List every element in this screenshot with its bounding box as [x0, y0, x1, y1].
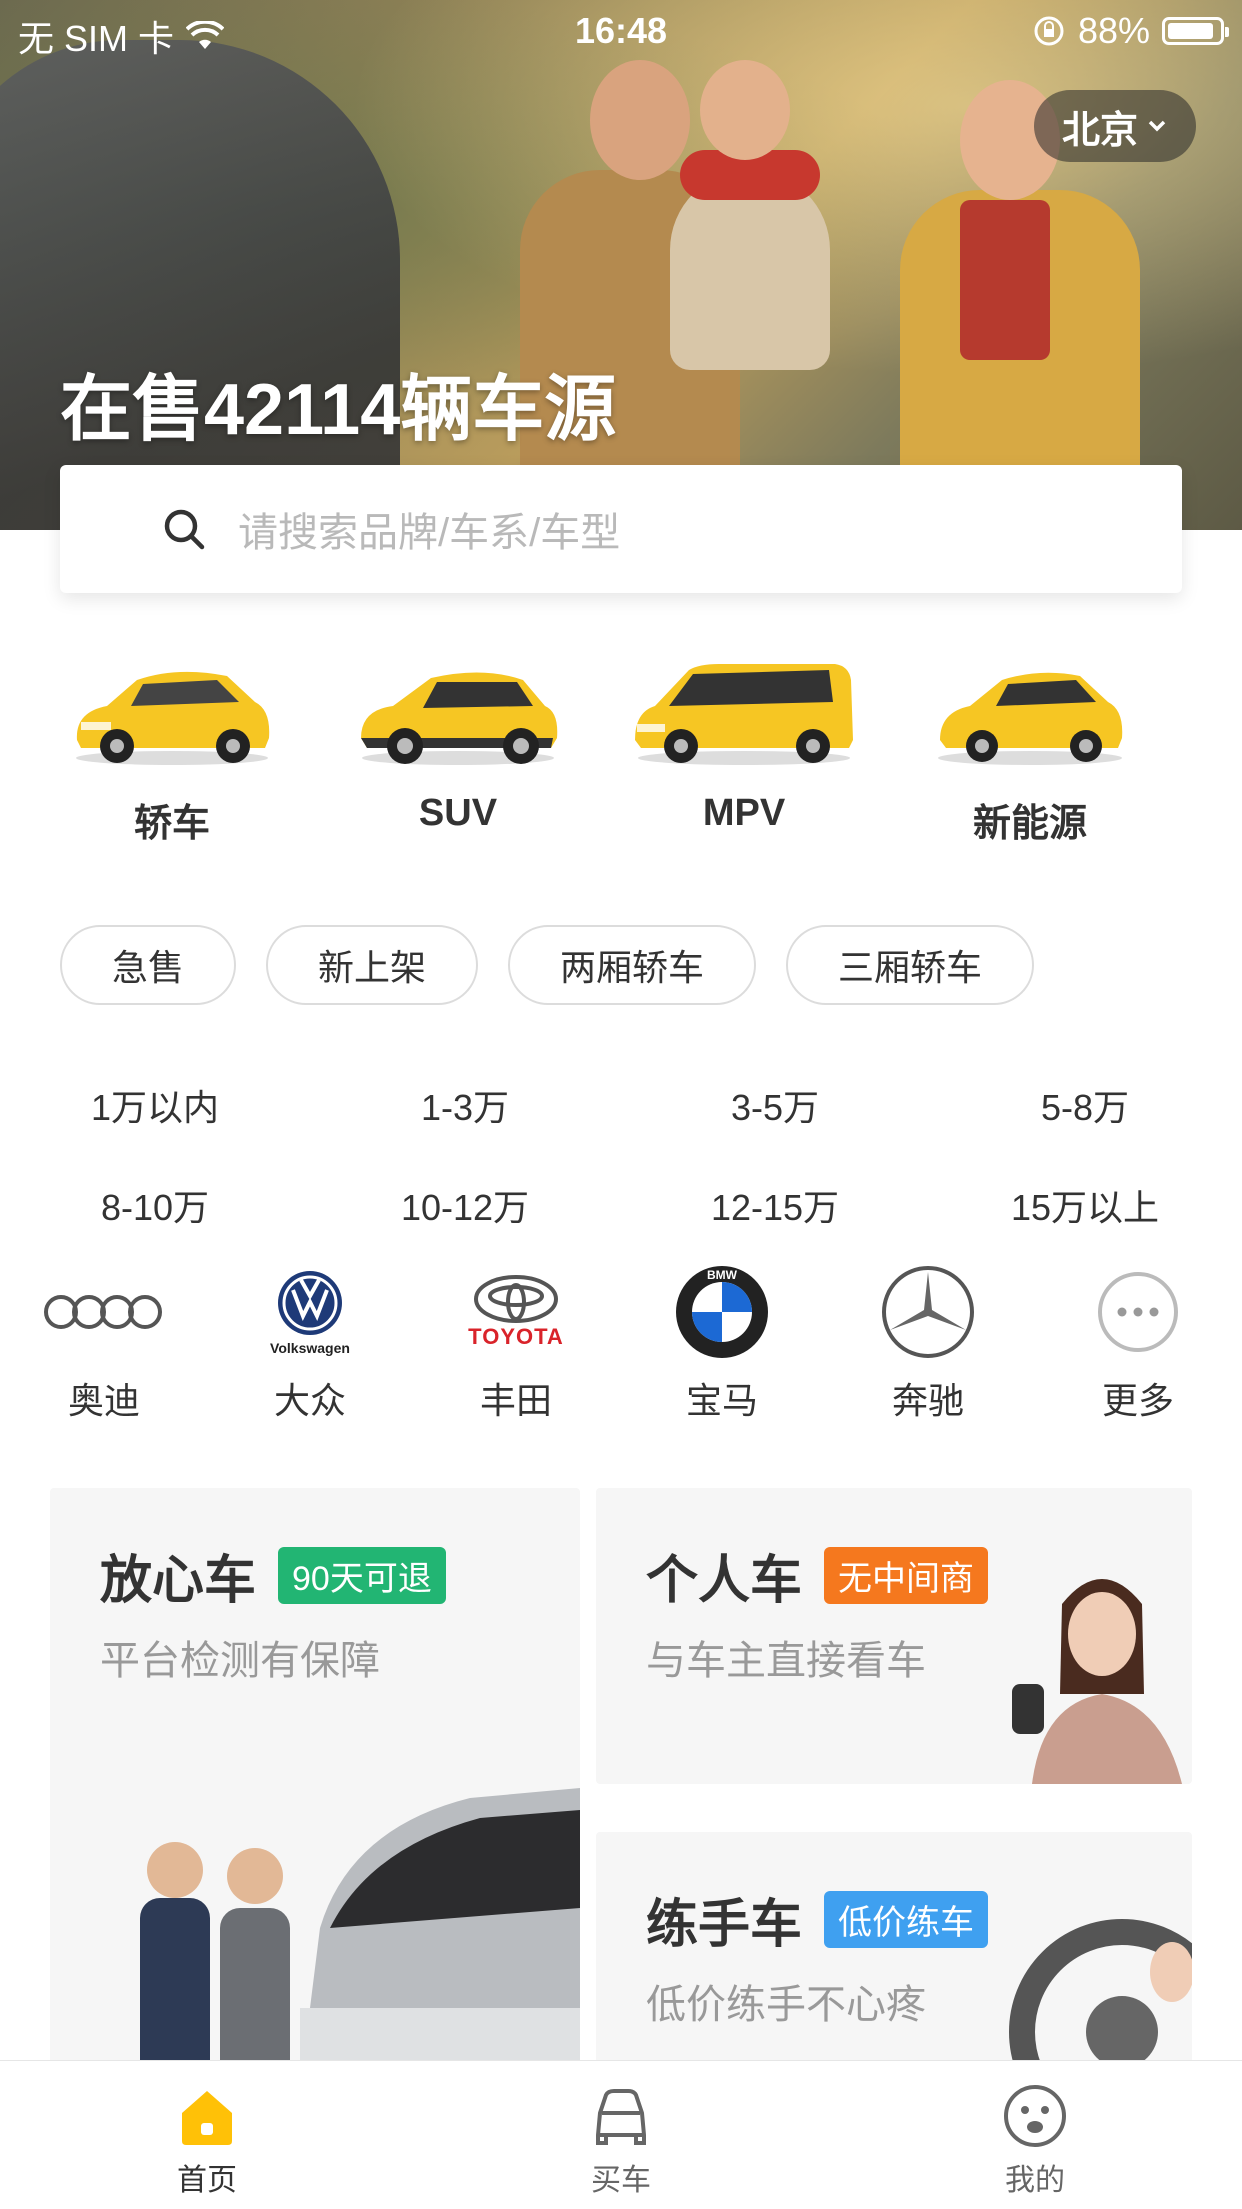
brand-label: 更多	[1101, 1380, 1174, 1421]
price-range-item[interactable]: 5-8万	[930, 1079, 1240, 1131]
hero-father-head	[590, 60, 690, 180]
toyota-wordmark: TOYOTA	[468, 1324, 564, 1349]
tab-mine[interactable]: 我的	[828, 2061, 1242, 2209]
mercedes-logo-icon	[882, 1266, 974, 1358]
bmw-logo-icon: BMW	[676, 1266, 768, 1358]
promo-title: 个人车 无中间商	[646, 1538, 989, 1613]
hero-child-head	[700, 60, 790, 160]
category-new-energy[interactable]: 新能源	[910, 650, 1150, 847]
mpv-car-icon	[635, 664, 853, 765]
brand-label: 奥迪	[67, 1380, 140, 1421]
orientation-lock-icon	[1034, 16, 1064, 46]
promo-subtitle: 与车主直接看车	[646, 1639, 926, 1683]
new-energy-car-icon	[938, 672, 1123, 765]
promo-card-reliable-car[interactable]: 放心车 90天可退 平台检测有保障	[50, 1488, 580, 2098]
price-range-item[interactable]: 12-15万	[620, 1179, 930, 1231]
carrier-label: 无 SIM 卡	[18, 18, 175, 59]
promo-subtitle: 平台检测有保障	[100, 1639, 380, 1683]
hero-mother-sweater	[960, 200, 1050, 360]
hero-banner: 无 SIM 卡 16:48 88% 北京 在售42114辆车源	[0, 0, 1242, 530]
wifi-icon	[186, 21, 225, 49]
tag-urgent-sale[interactable]: 急售	[60, 925, 237, 1005]
city-label: 北京	[1061, 109, 1138, 152]
tab-label: 我的	[1005, 2164, 1065, 2197]
brand-label: 丰田	[479, 1380, 552, 1421]
tab-label: 首页	[177, 2164, 237, 2197]
promo-title-text: 放心车	[100, 1552, 257, 1610]
category-label: 新能源	[972, 803, 1087, 845]
price-range-item[interactable]: 1-3万	[310, 1079, 620, 1131]
owner-with-key-image	[1012, 1579, 1182, 1784]
brand-volkswagen[interactable]: Volkswagen 大众	[220, 1262, 400, 1424]
tab-label: 买车	[591, 2164, 651, 2197]
brand-label: 奔驰	[891, 1380, 964, 1421]
promo-title-text: 练手车	[646, 1896, 803, 1954]
tab-home[interactable]: 首页	[0, 2061, 414, 2209]
promo-subtitle: 低价练手不心疼	[646, 1983, 926, 2027]
toyota-logo-icon	[474, 1275, 558, 1323]
mechanic-inspection-image	[140, 1788, 580, 2098]
promo-badge: 90天可退	[278, 1547, 446, 1604]
tag-sedan-three-box[interactable]: 三厢轿车	[786, 925, 1035, 1005]
smiley-face-icon	[1004, 2085, 1066, 2147]
search-placeholder: 请搜索品牌/车系/车型	[238, 511, 621, 555]
price-range-item[interactable]: 15万以上	[930, 1179, 1240, 1231]
status-bar: 无 SIM 卡 16:48 88%	[0, 0, 1242, 60]
brand-audi[interactable]: 奥迪	[14, 1262, 194, 1424]
volkswagen-wordmark: Volkswagen	[270, 1340, 350, 1356]
inventory-title: 在售42114辆车源	[60, 370, 617, 450]
search-input[interactable]: 请搜索品牌/车系/车型	[60, 465, 1182, 593]
category-label: 轿车	[133, 803, 210, 845]
quick-filter-tags: 急售 新上架 两厢轿车 三厢轿车	[60, 925, 1035, 1005]
status-left: 无 SIM 卡	[18, 10, 225, 62]
promo-badge: 无中间商	[824, 1547, 989, 1604]
battery-icon	[1162, 17, 1229, 45]
hero-child-image	[670, 170, 830, 370]
tab-buy-car[interactable]: 买车	[414, 2061, 828, 2209]
price-row: 8-10万 10-12万 12-15万 15万以上	[0, 1155, 1242, 1255]
status-right: 88%	[1032, 10, 1229, 52]
price-range-item[interactable]: 10-12万	[310, 1179, 620, 1231]
brand-label: 大众	[273, 1380, 346, 1421]
brand-bmw[interactable]: BMW 宝马	[632, 1262, 812, 1424]
price-range-item[interactable]: 3-5万	[620, 1079, 930, 1131]
brand-mercedes[interactable]: 奔驰	[838, 1262, 1018, 1424]
brand-label: 宝马	[685, 1380, 758, 1421]
brand-more[interactable]: 更多	[1048, 1262, 1228, 1424]
price-range-item[interactable]: 1万以内	[0, 1079, 310, 1131]
promo-card-personal-car[interactable]: 个人车 无中间商 与车主直接看车	[596, 1488, 1192, 1784]
promo-title: 练手车 低价练车	[646, 1882, 989, 1957]
hero-car-image	[0, 40, 400, 530]
promo-badge: 低价练车	[824, 1891, 989, 1948]
more-dots-icon	[1098, 1272, 1178, 1352]
search-icon	[164, 509, 205, 550]
category-sedan[interactable]: 轿车	[52, 650, 292, 847]
price-range-grid: 1万以内 1-3万 3-5万 5-8万 8-10万 10-12万 12-15万 …	[0, 1055, 1242, 1255]
volkswagen-logo-icon	[278, 1271, 342, 1335]
sedan-car-icon	[76, 671, 270, 765]
city-selector-button[interactable]: 北京	[1033, 90, 1196, 162]
category-label: MPV	[702, 792, 786, 834]
brand-list: 奥迪 Volkswagen 大众 TOYOTA 丰田 BMW 宝马 奔驰 更多	[0, 1262, 1242, 1422]
tag-hatchback[interactable]: 两厢轿车	[508, 925, 757, 1005]
promo-title-text: 个人车	[646, 1552, 803, 1610]
price-range-item[interactable]: 8-10万	[0, 1179, 310, 1231]
chevron-down-icon	[1148, 120, 1166, 132]
tag-new-arrival[interactable]: 新上架	[266, 925, 479, 1005]
category-label: SUV	[418, 792, 498, 834]
car-front-icon	[596, 2089, 646, 2145]
price-row: 1万以内 1-3万 3-5万 5-8万	[0, 1055, 1242, 1155]
suv-car-icon	[361, 672, 558, 765]
home-icon	[182, 2091, 232, 2145]
promo-title: 放心车 90天可退	[100, 1538, 446, 1613]
vehicle-categories: 轿车 SUV MPV 新能源	[0, 650, 1242, 870]
battery-percent: 88%	[1077, 10, 1150, 51]
category-suv[interactable]: SUV	[338, 650, 578, 835]
category-mpv[interactable]: MPV	[624, 650, 864, 835]
brand-toyota[interactable]: TOYOTA 丰田	[426, 1262, 606, 1424]
audi-logo-icon	[44, 1295, 162, 1329]
bmw-wordmark: BMW	[707, 1268, 738, 1282]
bottom-tab-bar: 首页 买车 我的	[0, 2060, 1242, 2209]
